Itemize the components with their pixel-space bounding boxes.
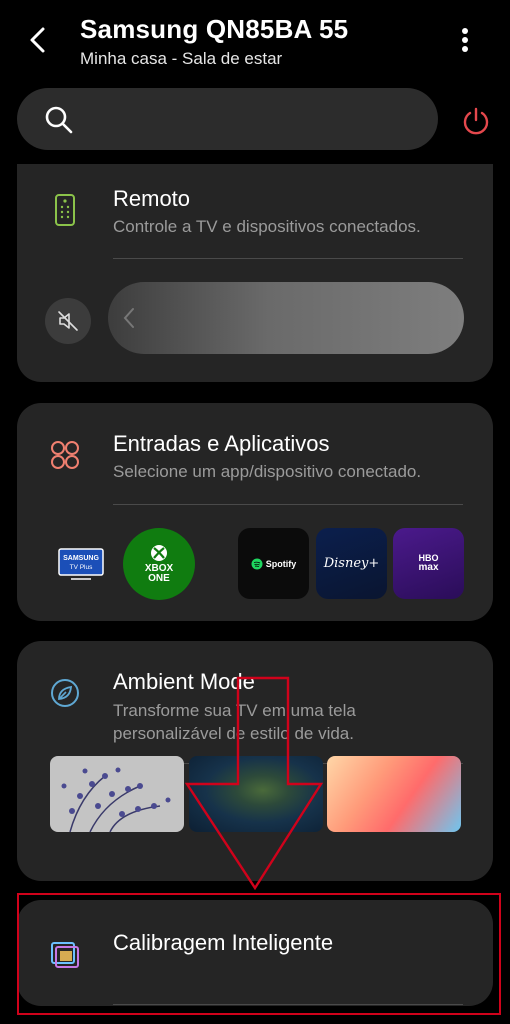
ambient-leaf-icon <box>47 675 83 711</box>
xbox-label-bottom: ONE <box>148 573 170 584</box>
inputs-description: Selecione um app/dispositivo conectado. <box>113 462 422 481</box>
volume-slider[interactable] <box>108 282 464 354</box>
search-bar[interactable] <box>17 88 438 150</box>
spotify-app[interactable]: Spotify <box>238 528 309 599</box>
device-location: Minha casa - Sala de estar <box>80 49 283 68</box>
samsung-tv-plus-app[interactable]: SAMSUNG TV Plus <box>57 547 105 581</box>
device-title: Samsung QN85BA 55 <box>80 14 349 44</box>
remote-divider <box>113 258 463 259</box>
down-arrow-annotation-icon <box>185 676 324 890</box>
samsung-label-top: SAMSUNG <box>63 555 99 562</box>
disney-label: Disney+ <box>323 556 380 571</box>
spotify-logo-icon <box>251 558 263 569</box>
highlight-box <box>17 893 501 1015</box>
disney-plus-app[interactable]: Disney+ <box>316 528 387 599</box>
search-icon <box>45 106 73 134</box>
xbox-one-app[interactable]: XBOX ONE <box>123 528 195 600</box>
back-button[interactable] <box>20 22 56 58</box>
inputs-apps-card[interactable]: Entradas e Aplicativos Selecione um app/… <box>17 403 493 621</box>
spotify-label: Spotify <box>265 558 297 569</box>
xbox-logo-icon <box>151 545 167 561</box>
remote-title: Remoto <box>113 186 191 211</box>
back-arrow-icon <box>30 27 45 53</box>
mute-icon <box>58 311 78 331</box>
remote-card[interactable]: Remoto Controle a TV e dispositivos cone… <box>17 164 493 382</box>
remote-icon <box>47 192 83 228</box>
ambient-thumb-flowers[interactable] <box>50 756 184 832</box>
mute-button[interactable] <box>45 298 91 344</box>
power-button[interactable] <box>455 100 497 142</box>
chevron-left-icon <box>123 308 134 328</box>
ambient-thumb-gradient[interactable] <box>327 756 461 832</box>
hbo-label-bottom: max <box>418 562 439 573</box>
samsung-label-bottom: TV Plus <box>70 564 94 571</box>
remote-description: Controle a TV e dispositivos conectados. <box>113 217 421 236</box>
apps-grid-icon <box>47 437 83 473</box>
inputs-title: Entradas e Aplicativos <box>113 431 330 456</box>
more-options-button[interactable] <box>450 24 480 56</box>
hbo-max-app[interactable]: HBO max <box>393 528 464 599</box>
app-header: Samsung QN85BA 55 Minha casa - Sala de e… <box>0 0 510 86</box>
more-vertical-icon <box>462 28 468 52</box>
inputs-divider <box>113 504 463 505</box>
power-icon <box>463 107 489 135</box>
